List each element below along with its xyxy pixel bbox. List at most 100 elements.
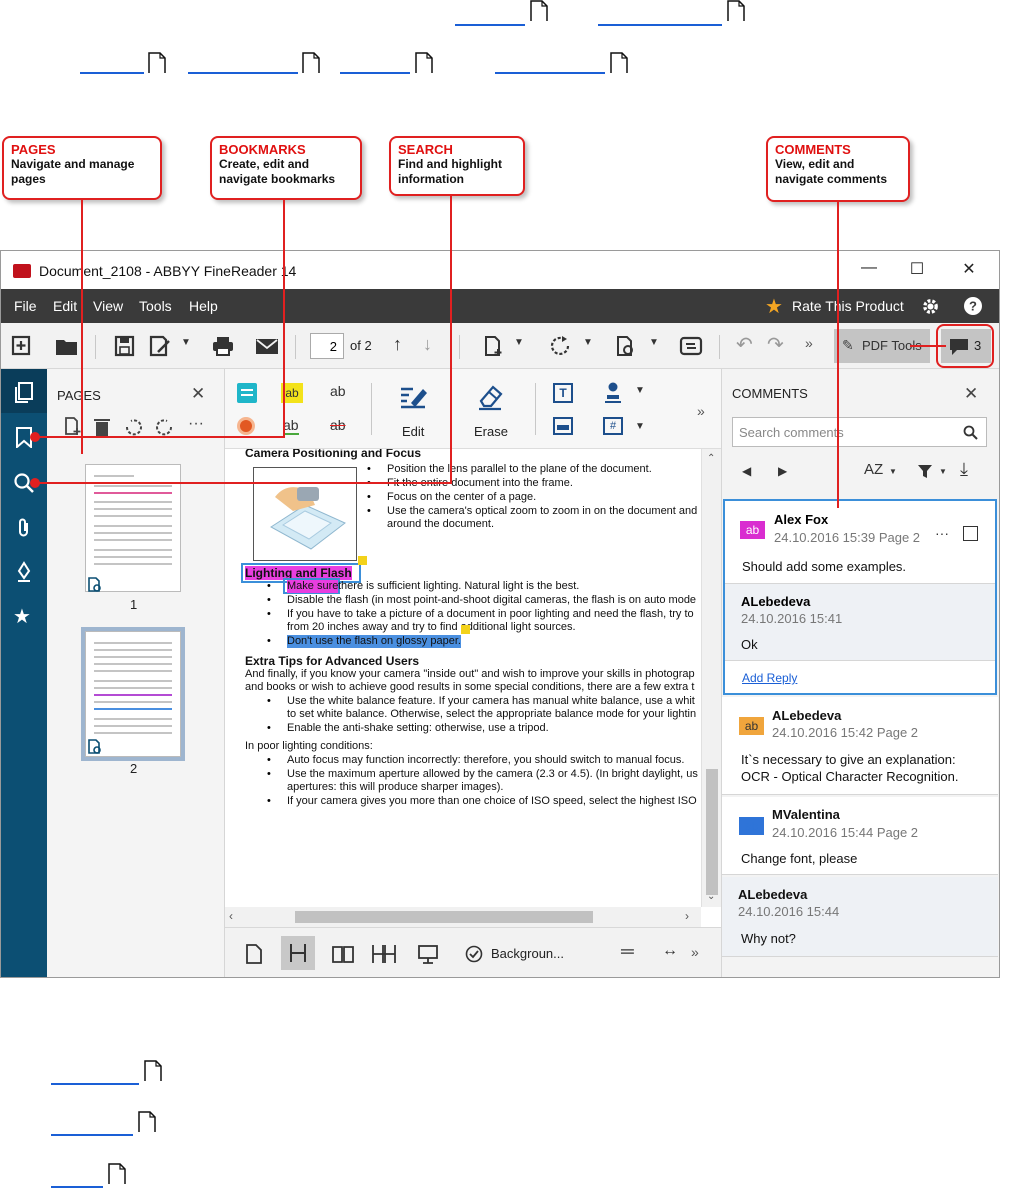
top-link-3[interactable] (80, 56, 144, 74)
chevron-down-icon[interactable]: ▼ (635, 385, 645, 396)
menu-edit[interactable]: Edit (53, 298, 77, 314)
add-page-icon[interactable] (483, 335, 507, 357)
background-recognition-icon[interactable] (465, 945, 483, 963)
underline-text-icon[interactable]: ab (283, 417, 299, 435)
rotate-left-icon[interactable] (123, 417, 143, 437)
signature-stamp-icon[interactable] (603, 381, 623, 403)
rotate-right-icon[interactable] (155, 417, 175, 437)
search-comments-input[interactable]: Search comments (732, 417, 987, 447)
scroll-up-icon[interactable]: ⌃ (707, 453, 715, 464)
bottom-link-3[interactable] (51, 1170, 103, 1188)
chevron-down-icon[interactable]: ▼ (649, 337, 659, 348)
bottom-link-1[interactable] (51, 1067, 139, 1085)
vertical-scrollbar[interactable]: ⌃ ⌄ (701, 449, 721, 907)
document-view[interactable]: Camera Positioning and Focus • Position … (225, 449, 721, 927)
background-recognition-label[interactable]: Backgroun... (491, 946, 564, 961)
top-link-1[interactable] (455, 8, 525, 26)
chevron-down-icon[interactable]: ▼ (889, 467, 897, 476)
two-page-view-icon[interactable] (331, 944, 355, 964)
rate-product-link[interactable]: Rate This Product (792, 298, 904, 314)
full-screen-icon[interactable] (417, 944, 439, 964)
close-icon[interactable]: ✕ (191, 384, 205, 404)
chevron-down-icon[interactable]: ▼ (583, 337, 593, 348)
stamp-icon[interactable] (237, 417, 255, 435)
more-icon[interactable]: » (691, 944, 699, 960)
delete-icon[interactable] (93, 417, 111, 437)
help-icon[interactable]: ? (963, 296, 983, 316)
comment-thread-selected[interactable]: ab Alex Fox 24.10.2016 15:39 Page 2 ··· … (723, 499, 997, 695)
top-link-6[interactable] (495, 56, 605, 74)
more-options-icon[interactable]: ··· (935, 525, 949, 541)
insert-text-icon[interactable]: ab (330, 383, 346, 399)
email-icon[interactable] (255, 335, 279, 357)
star-icon[interactable]: ★ (13, 606, 35, 628)
compare-icon[interactable] (679, 335, 703, 357)
zoom-fit-icon[interactable]: ═ (621, 941, 634, 962)
top-link-4[interactable] (188, 56, 298, 74)
save-icon[interactable] (113, 335, 137, 357)
note-marker-icon[interactable] (461, 625, 470, 634)
print-icon[interactable] (211, 335, 235, 357)
erase-button-label[interactable]: Erase (474, 424, 508, 439)
maximize-button[interactable]: ☐ (897, 259, 937, 283)
comment-item[interactable]: ab MValentina 24.10.2016 15:44 Page 2 Ch… (722, 797, 998, 875)
image-icon[interactable] (553, 417, 573, 435)
previous-page-icon[interactable]: ↑ (393, 334, 402, 355)
menu-file[interactable]: File (14, 298, 37, 314)
more-icon[interactable]: » (697, 403, 705, 419)
continuous-view-active[interactable] (281, 936, 315, 970)
gear-icon[interactable] (921, 297, 940, 316)
signature-icon[interactable] (13, 561, 35, 583)
next-page-icon[interactable]: ↓ (423, 334, 432, 355)
scrollbar-thumb[interactable] (706, 769, 718, 895)
text-box-icon[interactable]: T (553, 383, 573, 403)
search-icon[interactable] (963, 425, 978, 440)
recognize-page-icon[interactable] (615, 335, 639, 357)
close-button[interactable]: ✕ (949, 259, 989, 283)
undo-icon[interactable]: ↶ (736, 332, 753, 357)
bottom-link-2[interactable] (51, 1118, 133, 1136)
top-link-2[interactable] (598, 8, 722, 26)
previous-comment-icon[interactable]: ◀ (742, 464, 751, 478)
more-options-icon[interactable]: ··· (188, 415, 204, 433)
top-link-5[interactable] (340, 56, 410, 74)
two-page-continuous-icon[interactable] (371, 944, 397, 964)
menu-tools[interactable]: Tools (139, 298, 172, 314)
rotate-icon[interactable] (549, 335, 573, 357)
scroll-down-icon[interactable]: ⌄ (707, 891, 715, 902)
page-number-input[interactable]: 2 (310, 333, 344, 359)
save-as-icon[interactable] (149, 335, 173, 357)
page-number-stamp-icon[interactable]: # (603, 417, 623, 435)
chevron-down-icon[interactable]: ▼ (181, 337, 191, 348)
scroll-right-icon[interactable]: › (685, 909, 689, 923)
redo-icon[interactable]: ↷ (767, 332, 784, 357)
add-reply-link[interactable]: Add Reply (742, 671, 797, 685)
edit-button-label[interactable]: Edit (402, 424, 424, 439)
add-page-icon[interactable] (63, 416, 83, 436)
collapse-all-icon[interactable]: ⤓ (960, 459, 968, 480)
more-icon[interactable]: » (805, 335, 813, 351)
filter-icon[interactable] (917, 463, 933, 479)
comment-checkbox[interactable] (963, 526, 978, 541)
scroll-left-icon[interactable]: ‹ (229, 909, 233, 923)
scrollbar-thumb[interactable] (295, 911, 593, 923)
note-marker-icon[interactable] (358, 556, 367, 565)
minimize-button[interactable]: — (849, 259, 889, 283)
menu-view[interactable]: View (93, 298, 123, 314)
fit-width-icon[interactable]: ↔ (662, 942, 678, 960)
edit-icon[interactable] (399, 383, 429, 411)
sort-icon[interactable]: AZ (864, 461, 883, 478)
strikethrough-text-icon[interactable]: ab (330, 417, 346, 433)
horizontal-scrollbar[interactable]: ‹ › (225, 907, 701, 927)
attachment-icon[interactable] (13, 517, 35, 539)
open-folder-icon[interactable] (55, 335, 79, 357)
chevron-down-icon[interactable]: ▼ (939, 467, 947, 476)
erase-icon[interactable] (475, 383, 505, 411)
pages-icon[interactable] (13, 381, 35, 403)
single-page-view-icon[interactable] (245, 944, 263, 964)
next-comment-icon[interactable]: ▶ (778, 464, 787, 478)
close-icon[interactable]: ✕ (964, 384, 978, 404)
menu-help[interactable]: Help (189, 298, 218, 314)
chevron-down-icon[interactable]: ▼ (635, 421, 645, 432)
comment-reply-item[interactable]: ALebedeva 24.10.2016 15:44 Why not? (722, 877, 998, 957)
